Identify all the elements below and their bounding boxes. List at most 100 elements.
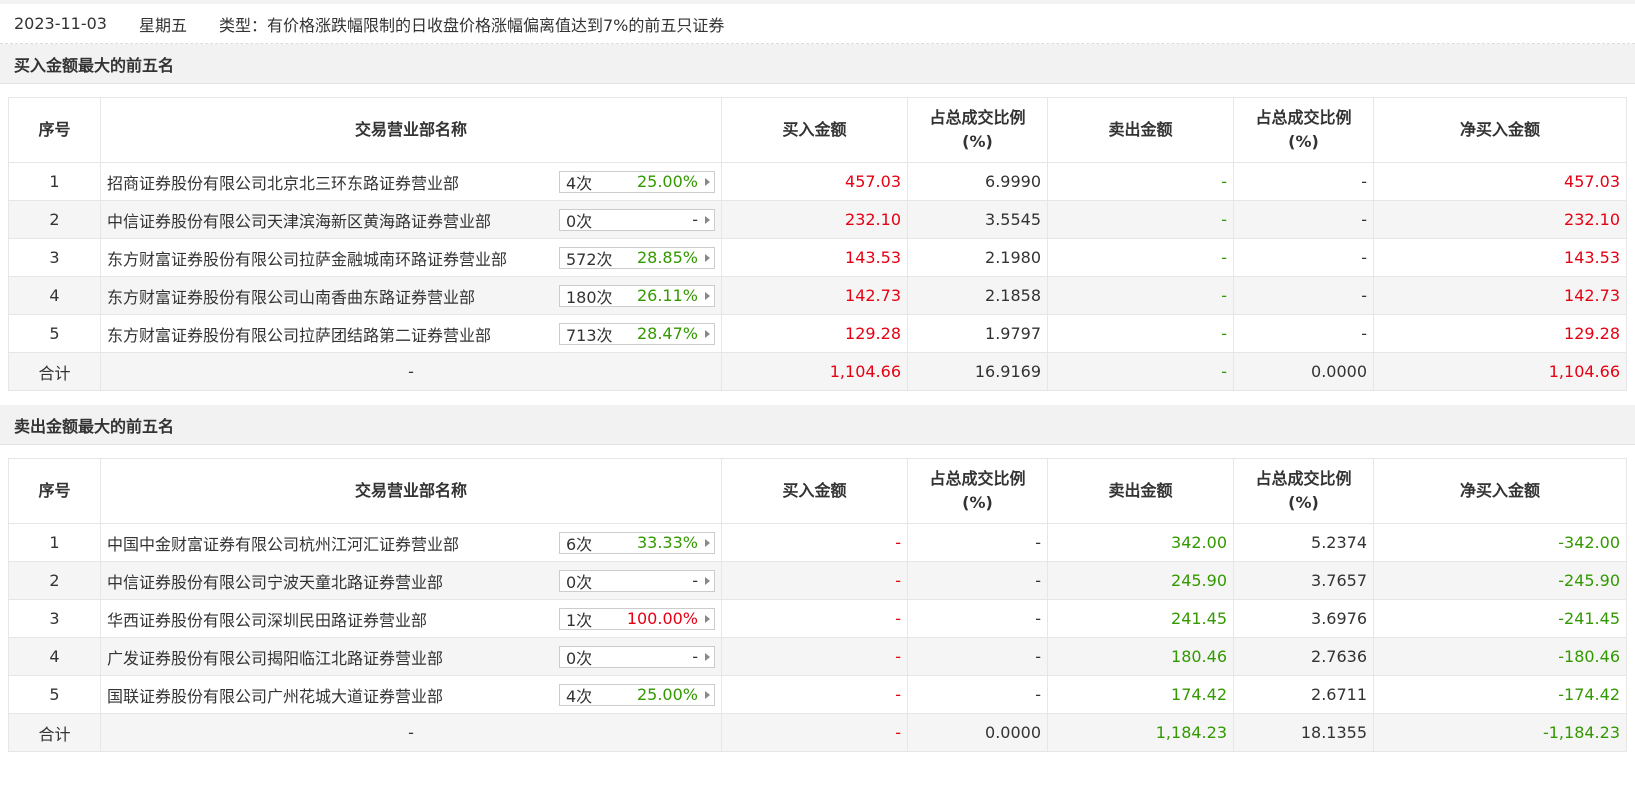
sell-ratio: -	[1233, 314, 1374, 353]
buy-amount: -	[721, 599, 908, 638]
total-label: 合计	[8, 713, 101, 752]
row-index: 1	[8, 162, 101, 201]
net-amount: -241.45	[1373, 599, 1627, 638]
branch-stats-dropdown[interactable]: 713次 28.47%	[559, 322, 715, 345]
buy-table: 序号 交易营业部名称 买入金额 占总成交比例 (%) 卖出金额 占总成交比例 (%) 净买入金额…	[8, 97, 1627, 391]
branch-name[interactable]: 国联证券股份有限公司广州花城大道证券营业部	[107, 683, 443, 707]
buy-ratio: 2.1858	[907, 276, 1048, 315]
table-row: 2 中信证券股份有限公司天津滨海新区黄海路证券营业部 0次 -232.10 3.5545…	[8, 200, 1627, 239]
branch-name[interactable]: 中信证券股份有限公司天津滨海新区黄海路证券营业部	[107, 208, 491, 232]
branch-stats-dropdown[interactable]: 4次 25.00%	[559, 170, 715, 193]
trade-date: 2023-11-03	[14, 14, 107, 33]
branch-name[interactable]: 华西证券股份有限公司深圳民田路证券营业部	[107, 607, 427, 631]
branch-name[interactable]: 东方财富证券股份有限公司拉萨团结路第二证券营业部	[107, 322, 491, 346]
table-row: 2 中信证券股份有限公司宁波天童北路证券营业部 0次 - - -245.90 3.7657-…	[8, 561, 1627, 600]
col-header-sell: 卖出金额	[1047, 97, 1234, 163]
caret-right-icon	[705, 253, 710, 262]
col-header-branch: 交易营业部名称	[100, 458, 722, 524]
row-index: 4	[8, 276, 101, 315]
net-amount: -342.00	[1373, 523, 1627, 562]
branch-name[interactable]: 招商证券股份有限公司北京北三环东路证券营业部	[107, 170, 459, 194]
net-amount: 232.10	[1373, 200, 1627, 239]
total-buy-ratio: 16.9169	[907, 352, 1048, 391]
branch-stats-dropdown[interactable]: 6次 33.33%	[559, 531, 715, 554]
sell-ratio: -	[1233, 162, 1374, 201]
total-buy-ratio: 0.0000	[907, 713, 1048, 752]
total-net: -1,184.23	[1373, 713, 1627, 752]
sell-table: 序号 交易营业部名称 买入金额 占总成交比例 (%) 卖出金额 占总成交比例 (%) 净买入金额…	[8, 458, 1627, 752]
total-sell: 1,184.23	[1047, 713, 1234, 752]
col-header-buy-ratio: 占总成交比例 (%)	[907, 458, 1048, 524]
col-header-branch: 交易营业部名称	[100, 97, 722, 163]
buy-ratio: 6.9990	[907, 162, 1048, 201]
sell-ratio: -	[1233, 200, 1374, 239]
branch-stats-dropdown[interactable]: 0次 -	[559, 645, 715, 668]
branch-name[interactable]: 广发证券股份有限公司揭阳临江北路证券营业部	[107, 645, 443, 669]
table-row: 5 东方财富证券股份有限公司拉萨团结路第二证券营业部 713次 28.47% 129.2…	[8, 314, 1627, 353]
caret-right-icon	[705, 329, 710, 338]
branch-stats-dropdown[interactable]: 4次 25.00%	[559, 683, 715, 706]
caret-right-icon	[705, 538, 710, 547]
sell-ratio: 3.7657	[1233, 561, 1374, 600]
table-header-row: 序号 交易营业部名称 买入金额 占总成交比例 (%) 卖出金额 占总成交比例 (%) 净买入金额	[8, 97, 1627, 163]
col-header-sell-ratio: 占总成交比例 (%)	[1233, 458, 1374, 524]
win-rate: 33.33%	[636, 533, 698, 552]
win-rate: 25.00%	[636, 172, 698, 191]
branch-name[interactable]: 东方财富证券股份有限公司拉萨金融城南环路证券营业部	[107, 246, 507, 270]
branch-name-wrap: 中信证券股份有限公司天津滨海新区黄海路证券营业部 0次 -	[107, 208, 715, 232]
total-sell-ratio: 0.0000	[1233, 352, 1374, 391]
sell-ratio: 2.7636	[1233, 637, 1374, 676]
win-rate: 28.47%	[636, 324, 698, 343]
branch-stats-dropdown[interactable]: 0次 -	[559, 569, 715, 592]
branch-name-wrap: 中国中金财富证券有限公司杭州江河汇证券营业部 6次 33.33%	[107, 531, 715, 555]
branch-name[interactable]: 中信证券股份有限公司宁波天童北路证券营业部	[107, 569, 443, 593]
sell-ratio: 5.2374	[1233, 523, 1374, 562]
col-header-buy: 买入金额	[721, 458, 908, 524]
buy-amount: 143.53	[721, 238, 908, 277]
total-sell-ratio: 18.1355	[1233, 713, 1374, 752]
col-header-index: 序号	[8, 97, 101, 163]
listing-count: 1次	[566, 610, 593, 630]
branch-cell: 招商证券股份有限公司北京北三环东路证券营业部 4次 25.00%	[100, 162, 722, 201]
branch-stats-dropdown[interactable]: 180次 26.11%	[559, 284, 715, 307]
branch-name[interactable]: 东方财富证券股份有限公司山南香曲东路证券营业部	[107, 284, 475, 308]
type-description: 类型：有价格涨跌幅限制的日收盘价格涨幅偏离值达到7%的前五只证券	[219, 15, 725, 35]
win-rate: 28.85%	[636, 248, 698, 267]
branch-stats-dropdown[interactable]: 0次 -	[559, 208, 715, 231]
sell-amount: -	[1047, 162, 1234, 201]
buy-ratio: -	[907, 599, 1048, 638]
sell-amount: 180.46	[1047, 637, 1234, 676]
branch-stats-dropdown[interactable]: 1次 100.00%	[559, 607, 715, 630]
branch-cell: 中信证券股份有限公司宁波天童北路证券营业部 0次 -	[100, 561, 722, 600]
buy-amount: -	[721, 637, 908, 676]
sell-ratio: -	[1233, 238, 1374, 277]
caret-right-icon	[705, 291, 710, 300]
branch-name-wrap: 招商证券股份有限公司北京北三环东路证券营业部 4次 25.00%	[107, 170, 715, 194]
listing-count: 0次	[566, 211, 593, 231]
branch-cell: 东方财富证券股份有限公司拉萨金融城南环路证券营业部 572次 28.85%	[100, 238, 722, 277]
buy-ratio: -	[907, 561, 1048, 600]
row-index: 3	[8, 599, 101, 638]
branch-name-wrap: 东方财富证券股份有限公司拉萨金融城南环路证券营业部 572次 28.85%	[107, 246, 715, 270]
branch-cell: 广发证券股份有限公司揭阳临江北路证券营业部 0次 -	[100, 637, 722, 676]
win-rate: -	[692, 571, 698, 590]
caret-right-icon	[705, 177, 710, 186]
row-index: 3	[8, 238, 101, 277]
branch-name[interactable]: 中国中金财富证券有限公司杭州江河汇证券营业部	[107, 531, 459, 555]
listing-count: 0次	[566, 572, 593, 592]
caret-right-icon	[705, 690, 710, 699]
buy-ratio: 2.1980	[907, 238, 1048, 277]
sell-amount: -	[1047, 314, 1234, 353]
branch-name-wrap: 国联证券股份有限公司广州花城大道证券营业部 4次 25.00%	[107, 683, 715, 707]
total-sell: -	[1047, 352, 1234, 391]
row-index: 4	[8, 637, 101, 676]
sell-amount: 342.00	[1047, 523, 1234, 562]
branch-stats-dropdown[interactable]: 572次 28.85%	[559, 246, 715, 269]
table-row: 3 东方财富证券股份有限公司拉萨金融城南环路证券营业部 572次 28.85% 143.…	[8, 238, 1627, 277]
listing-count: 180次	[566, 287, 613, 307]
caret-right-icon	[705, 215, 710, 224]
branch-cell: 东方财富证券股份有限公司拉萨团结路第二证券营业部 713次 28.47%	[100, 314, 722, 353]
buy-ratio: -	[907, 675, 1048, 714]
table-row: 4 东方财富证券股份有限公司山南香曲东路证券营业部 180次 26.11% 142.73…	[8, 276, 1627, 315]
row-index: 5	[8, 675, 101, 714]
